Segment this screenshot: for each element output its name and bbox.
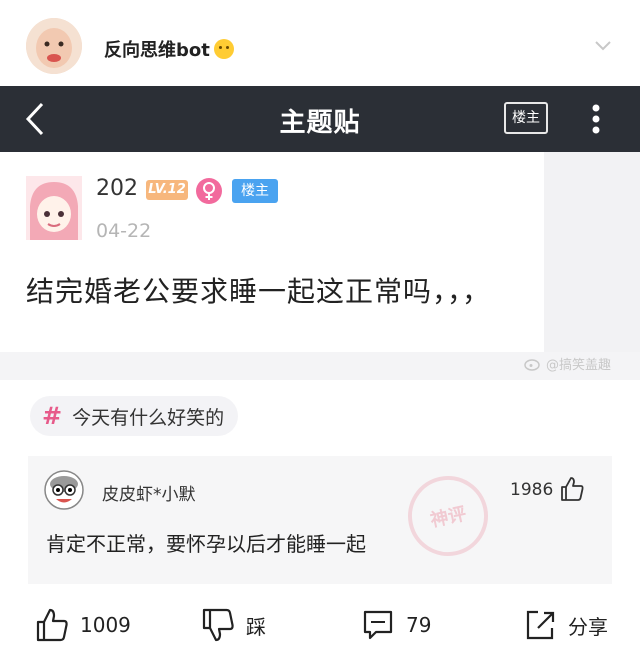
share-label: 分享 [568, 614, 608, 639]
topic-tag[interactable]: # 今天有什么好笑的 [30, 396, 239, 436]
hot-comment[interactable]: 皮皮虾*小默 神评 1986 肯定不正常，要怀孕以后才能睡一起 [28, 456, 612, 584]
poster-avatar[interactable] [26, 176, 82, 240]
dislike-button[interactable]: 踩 [202, 608, 266, 642]
comment-like-count: 1986 [510, 480, 554, 500]
watermark: @搞笑盖趣 [524, 354, 611, 373]
account-name-text: 反向思维bot [104, 40, 210, 61]
thumbs-up-icon [36, 608, 68, 642]
level-badge: LV.12 [146, 180, 188, 200]
commenter-avatar[interactable] [44, 470, 84, 510]
post-side-panel [544, 152, 640, 352]
dislike-label: 踩 [246, 614, 266, 639]
comment-count: 79 [406, 613, 432, 637]
chevron-down-icon[interactable] [594, 36, 612, 54]
share-button[interactable]: 分享 [524, 608, 608, 642]
female-icon [196, 178, 222, 204]
weibo-header: 反向思维bot [0, 0, 640, 86]
comment-button[interactable]: 79 [362, 608, 431, 642]
thumbs-down-icon [202, 608, 234, 642]
poster-username[interactable]: 202 [96, 176, 138, 201]
more-vertical-icon[interactable] [586, 100, 606, 138]
godlike-comment-stamp: 神评 [400, 468, 496, 564]
share-icon [526, 610, 555, 640]
post-date: 04-22 [96, 220, 152, 242]
like-button[interactable]: 1009 [36, 608, 131, 642]
commenter-username[interactable]: 皮皮虾*小默 [102, 480, 196, 505]
account-avatar[interactable] [26, 18, 82, 74]
app-nav-bar: 主题贴 楼主 [0, 86, 640, 152]
thumbs-up-icon[interactable] [560, 476, 584, 502]
comment-icon [363, 610, 393, 640]
comment-text: 肯定不正常，要怀孕以后才能睡一起 [46, 532, 366, 556]
thinking-face-emoji-icon [213, 39, 234, 59]
topic-tag-label: 今天有什么好笑的 [72, 406, 225, 429]
hashtag-icon: # [42, 402, 63, 430]
action-bar: 1009 踩 79 分享 [0, 600, 640, 660]
watermark-text: @搞笑盖趣 [546, 358, 612, 373]
account-name[interactable]: 反向思维bot [104, 36, 234, 62]
like-count: 1009 [80, 613, 131, 637]
op-badge: 楼主 [232, 179, 278, 203]
weibo-logo-icon [524, 358, 540, 371]
op-only-button[interactable]: 楼主 [504, 102, 548, 134]
post-title: 结完婚老公要求睡一起这正常吗，，， [26, 275, 492, 308]
